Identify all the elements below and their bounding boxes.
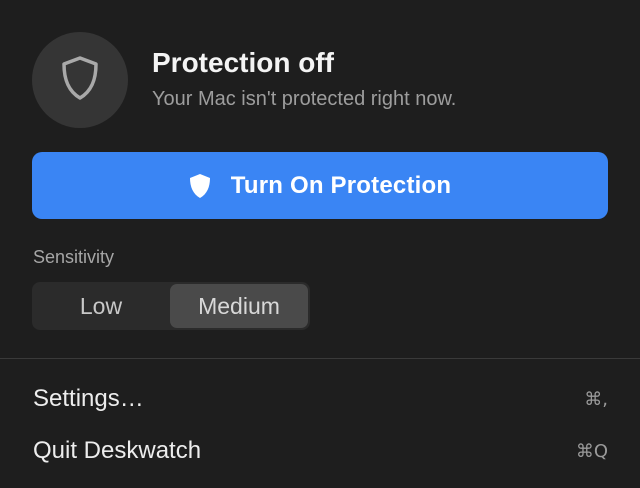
menu-item-quit-label: Quit Deskwatch: [33, 437, 202, 464]
turn-on-protection-label: Turn On Protection: [230, 171, 452, 199]
status-icon-circle: [32, 32, 128, 128]
shield-icon: [189, 173, 211, 199]
sensitivity-label: Sensitivity: [33, 247, 115, 267]
status-header: Protection off Your Mac isn't protected …: [32, 32, 456, 128]
status-subtitle: Your Mac isn't protected right now.: [152, 88, 457, 110]
protection-panel: Protection off Your Mac isn't protected …: [0, 0, 640, 488]
menu-divider: [0, 358, 640, 359]
turn-on-protection-button[interactable]: Turn On Protection: [32, 152, 608, 219]
menu-item-quit-shortcut: ⌘Q: [575, 440, 608, 462]
shield-outline-icon: [60, 55, 100, 106]
status-title: Protection off: [152, 47, 334, 78]
menu-item-settings-label: Settings…: [33, 385, 144, 412]
sensitivity-option-low[interactable]: Low: [32, 282, 170, 330]
menu-item-settings[interactable]: Settings… ⌘,: [0, 375, 640, 423]
status-text: Protection off Your Mac isn't protected …: [152, 46, 456, 112]
sensitivity-option-medium[interactable]: Medium: [170, 284, 308, 328]
menu-item-quit[interactable]: Quit Deskwatch ⌘Q: [0, 427, 640, 475]
menu-item-settings-shortcut: ⌘,: [584, 388, 608, 410]
sensitivity-segmented-control: Low Medium: [32, 282, 310, 330]
